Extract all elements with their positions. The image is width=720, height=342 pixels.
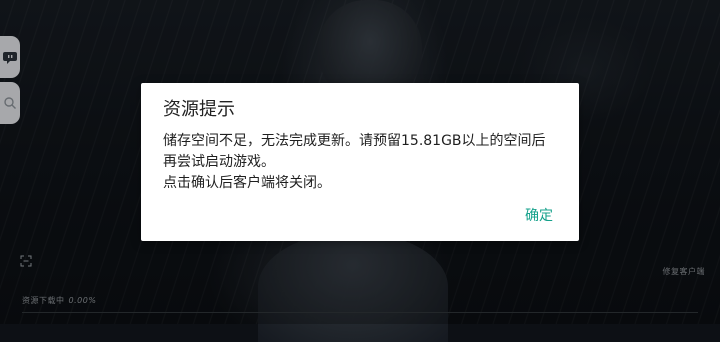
dialog-title: 资源提示 xyxy=(163,99,235,120)
dialog-message-line: 再尝试启动游戏。 xyxy=(163,154,275,170)
dialog-message: 储存空间不足，无法完成更新。请预留15.81GB以上的空间后 再尝试启动游戏。 … xyxy=(163,131,567,194)
confirm-button[interactable]: 确定 xyxy=(525,207,553,225)
dialog-message-line: 点击确认后客户端将关闭。 xyxy=(163,175,331,191)
resource-alert-dialog: 资源提示 储存空间不足，无法完成更新。请预留15.81GB以上的空间后 再尝试启… xyxy=(141,83,579,241)
dialog-message-line: 储存空间不足，无法完成更新。请预留15.81GB以上的空间后 xyxy=(163,133,546,149)
